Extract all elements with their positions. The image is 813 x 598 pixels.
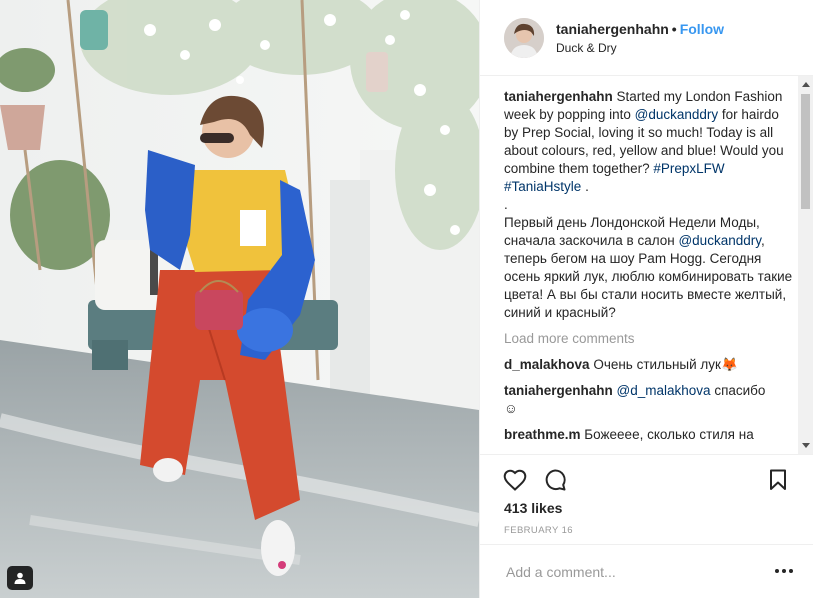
- bookmark-icon: [770, 469, 786, 490]
- avatar-image: [504, 18, 544, 58]
- heart-icon: [503, 469, 527, 491]
- comment-mention[interactable]: @d_malakhova: [617, 383, 711, 398]
- caption-mention-2[interactable]: @duckanddry: [678, 233, 761, 248]
- comment-username[interactable]: breathme.m: [504, 427, 581, 442]
- user-tag-button[interactable]: [7, 566, 33, 590]
- caption-mention-1[interactable]: @duckanddry: [635, 107, 719, 122]
- scroll-down-arrow-icon[interactable]: [802, 443, 810, 448]
- comment-username[interactable]: taniahergenhahn: [504, 383, 613, 398]
- scroll-up-arrow-icon[interactable]: [802, 82, 810, 87]
- caption-username[interactable]: taniahergenhahn: [504, 89, 613, 104]
- caption-period: .: [585, 179, 589, 194]
- caption-hashtag-2[interactable]: #TaniaHstyle: [504, 179, 581, 194]
- add-comment-input[interactable]: [504, 559, 758, 585]
- comment-item: breathme.m Божееее, сколько стиля на: [504, 426, 796, 444]
- comment-text: спасибо: [714, 383, 766, 398]
- caption-hashtag-1[interactable]: #PrepxLFW: [653, 161, 724, 176]
- comments-scrollbar[interactable]: [798, 76, 813, 454]
- comment-bubble-icon: [545, 469, 566, 491]
- fox-emoji: 🦊: [720, 357, 738, 372]
- comment-item: taniahergenhahn @d_malakhova спасибо ☺: [504, 382, 796, 418]
- load-more-comments-button[interactable]: Load more comments: [504, 330, 796, 348]
- comment-text: Божееее, сколько стиля на: [584, 427, 754, 442]
- like-button[interactable]: [502, 467, 528, 493]
- comment-text: Очень стильный лук: [593, 357, 721, 372]
- action-bar: 413 likes FEBRUARY 16: [480, 454, 813, 544]
- caption: taniahergenhahn Started my London Fashio…: [504, 88, 796, 322]
- avatar[interactable]: [504, 18, 544, 58]
- add-comment-section: [480, 544, 813, 598]
- smile-emoji: ☺: [504, 401, 518, 416]
- header-user-line: taniahergenhahn • Follow: [556, 21, 724, 37]
- post-image: [0, 0, 479, 598]
- likes-count[interactable]: 413 likes: [504, 500, 562, 516]
- post-header: taniahergenhahn • Follow Duck & Dry: [480, 0, 813, 76]
- separator-dot: •: [671, 21, 677, 37]
- more-options-icon[interactable]: [772, 563, 796, 579]
- user-tag-icon: [14, 572, 26, 584]
- follow-button[interactable]: Follow: [680, 21, 724, 37]
- save-button[interactable]: [765, 467, 791, 493]
- comments-list[interactable]: taniahergenhahn Started my London Fashio…: [504, 88, 796, 454]
- caption-spacer: .: [504, 197, 508, 212]
- location-link[interactable]: Duck & Dry: [556, 41, 617, 55]
- comment-username[interactable]: d_malakhova: [504, 357, 590, 372]
- comment-button[interactable]: [542, 467, 568, 493]
- scrollbar-thumb[interactable]: [801, 94, 810, 209]
- comment-item: d_malakhova Очень стильный лук🦊: [504, 356, 796, 374]
- post-photo[interactable]: [0, 0, 479, 598]
- header-username[interactable]: taniahergenhahn: [556, 21, 669, 37]
- post-details-panel: taniahergenhahn • Follow Duck & Dry taniah…: [479, 0, 813, 598]
- post-date: FEBRUARY 16: [504, 525, 573, 536]
